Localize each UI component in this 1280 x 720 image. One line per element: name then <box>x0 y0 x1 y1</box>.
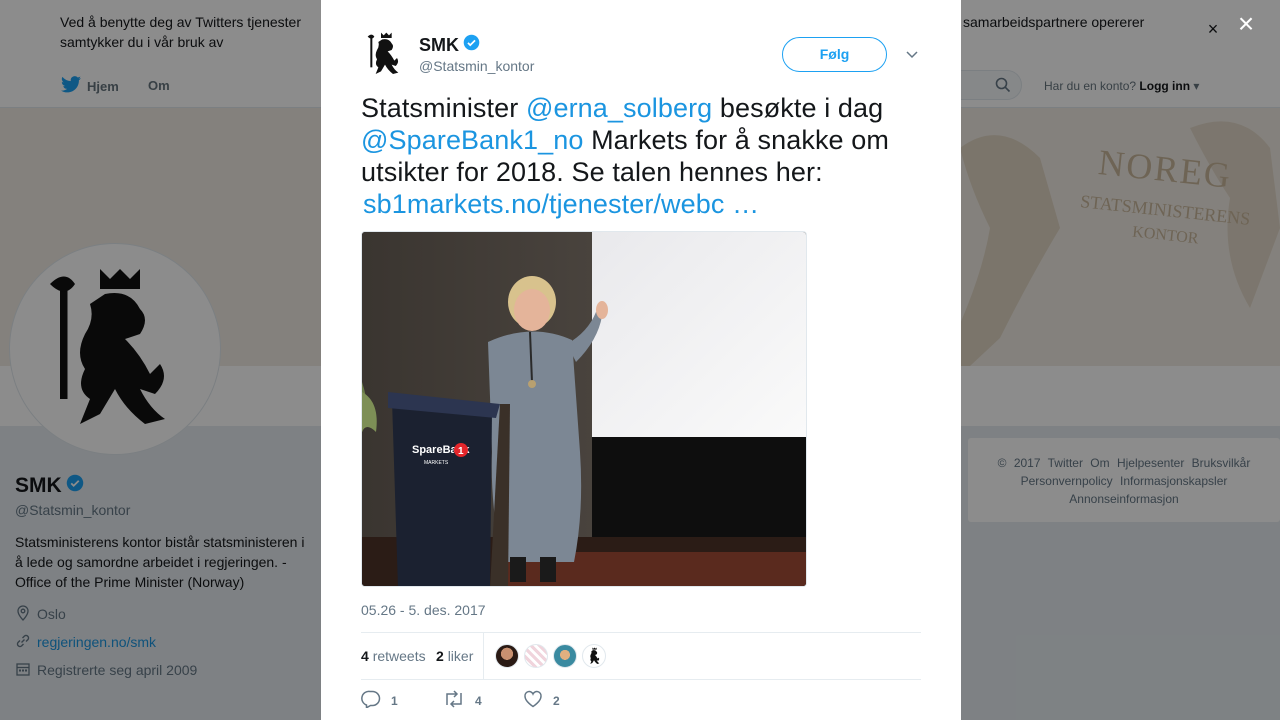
retweets-count: 4 <box>361 648 369 664</box>
avatar[interactable] <box>524 644 548 668</box>
reply-button[interactable]: 1 <box>361 690 398 711</box>
tweet-actions: 1 4 2 <box>361 690 921 712</box>
tweet-text-part-1: Statsminister <box>361 93 526 123</box>
like-button[interactable]: 2 <box>523 690 560 711</box>
tweet-author-name[interactable]: SMK <box>419 34 480 56</box>
tweet-photo[interactable]: SpareBank 1 MARKETS <box>361 231 807 587</box>
reply-icon <box>361 690 381 711</box>
mention-link[interactable]: @erna_solberg <box>526 93 712 123</box>
mention-link[interactable]: @SpareBank1_no <box>361 125 583 155</box>
podium-sub-text: MARKETS <box>424 460 449 466</box>
likes-count: 2 <box>436 648 444 664</box>
tweet-url-link[interactable]: sb1markets.no/tjenester/webc … <box>363 188 759 220</box>
tweet-timestamp[interactable]: 05.26 - 5. des. 2017 <box>361 602 486 618</box>
tweet-author-handle[interactable]: @Statsmin_kontor <box>419 58 534 74</box>
chevron-down-icon[interactable] <box>904 46 920 62</box>
retweet-button[interactable]: 4 <box>443 690 482 711</box>
avatar[interactable] <box>582 644 606 668</box>
stats-divider <box>483 633 484 679</box>
lion-crest-icon <box>367 32 399 74</box>
podium-number-text: 1 <box>458 446 464 457</box>
speaker-photo-image: SpareBank 1 MARKETS <box>362 232 806 586</box>
retweets-stat[interactable]: 4 retweets <box>361 648 426 664</box>
retweet-count: 4 <box>475 693 482 708</box>
engager-avatars <box>495 644 606 668</box>
reply-count: 1 <box>391 693 398 708</box>
like-count: 2 <box>553 693 560 708</box>
tweet-text-part-2: besøkte i dag <box>712 93 884 123</box>
follow-button[interactable]: Følg <box>782 37 887 72</box>
tweet-author-avatar[interactable] <box>361 30 409 78</box>
tweet-modal: SMK @Statsmin_kontor Følg Statsminister … <box>321 0 961 720</box>
likes-stat[interactable]: 2 liker <box>436 648 473 664</box>
tweet-text: Statsminister @erna_solberg besøkte i da… <box>361 92 921 220</box>
retweet-icon <box>443 690 465 711</box>
tweet-stats: 4 retweets 2 liker <box>361 632 921 680</box>
lion-crest-icon <box>590 647 600 664</box>
avatar[interactable] <box>495 644 519 668</box>
likes-label: liker <box>447 648 474 664</box>
avatar[interactable] <box>553 644 577 668</box>
heart-icon <box>523 690 543 711</box>
tweet-author-name-text: SMK <box>419 34 459 55</box>
retweets-label: retweets <box>372 648 426 664</box>
verified-badge-icon <box>463 34 480 56</box>
close-icon[interactable]: × <box>1234 10 1258 38</box>
